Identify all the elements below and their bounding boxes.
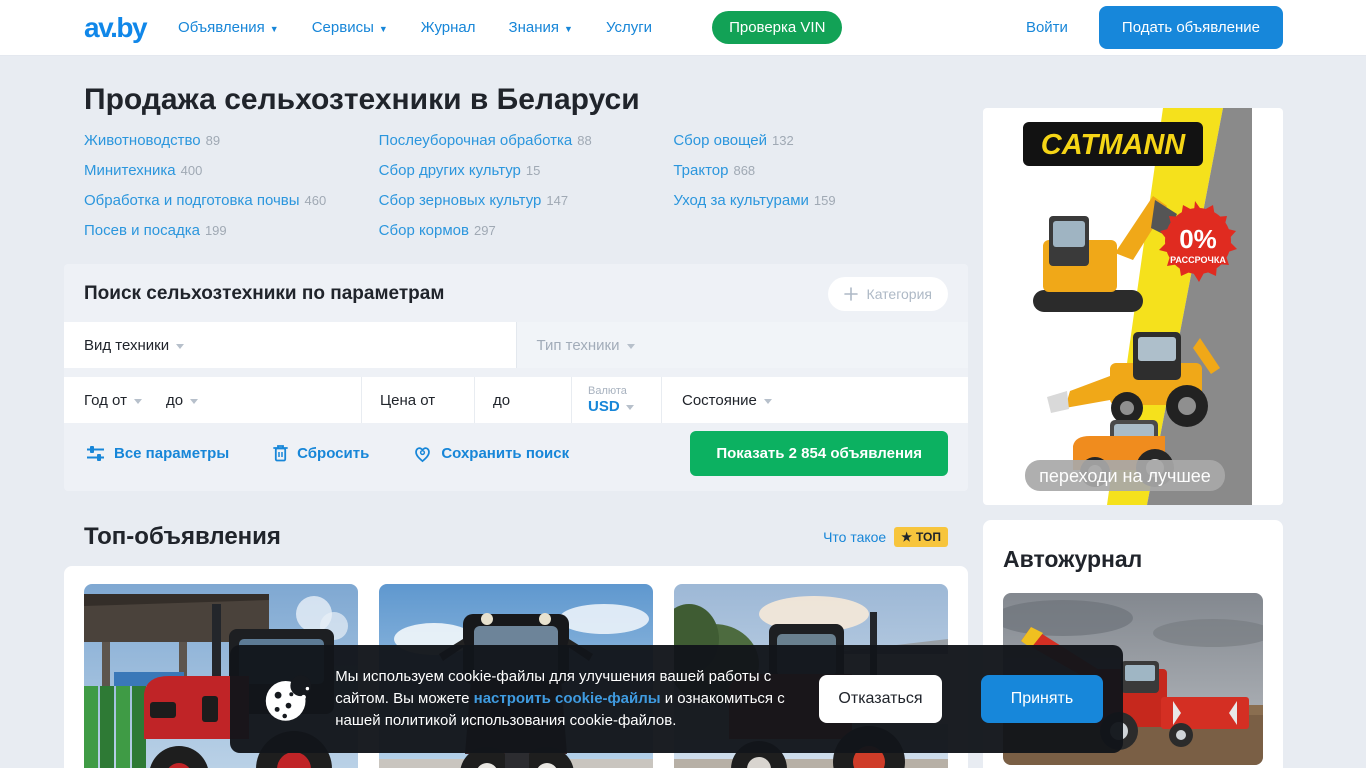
category-count: 460 [304,193,327,208]
avby-logo[interactable]: av.by [84,12,148,44]
nav-item-services[interactable]: Сервисы ▼ [312,19,388,36]
year-to-select[interactable]: до [166,392,183,409]
category-count: 88 [577,133,592,148]
save-search-link[interactable]: Сохранить поиск [413,444,569,463]
price-to-input[interactable]: до [474,377,571,423]
all-params-link[interactable]: Все параметры [86,445,229,462]
cookie-accept-button[interactable]: Принять [980,675,1103,723]
plus-icon [843,287,858,301]
journal-title: Автожурнал [1003,546,1143,572]
login-link[interactable]: Войти [1026,19,1068,36]
add-category-button[interactable]: Категория [827,277,948,311]
category-count: 15 [525,163,541,178]
category-count: 147 [546,193,569,208]
top-badge: ★ ТОП [894,527,948,547]
ad-discount-text: 0% [1179,224,1217,254]
category-count: 297 [474,223,496,238]
sliders-icon [87,445,104,461]
category-link[interactable]: Минитехника 400 [84,162,379,179]
price-from-input[interactable]: Цена от [361,377,474,423]
condition-select[interactable]: Состояние [661,377,968,423]
nav-item-ads[interactable]: Объявления ▼ [178,19,279,36]
ad-slogan-text: переходи на лучшее [1039,466,1211,486]
nav-item-uslugi[interactable]: Услуги [606,19,652,36]
row-gap [64,368,968,377]
cookie-settings-link[interactable]: настроить cookie-файлы [474,690,661,707]
currency-select[interactable]: Валюта USD [571,377,661,423]
year-range: Год от до [64,377,361,423]
chevron-down-icon: ▼ [564,23,573,34]
category-link[interactable]: Животноводство 89 [84,132,379,149]
top-listings-info: Что такое ★ ТОП [823,527,948,547]
cookie-banner: Мы используем cookie-файлы для улучшения… [230,645,1123,753]
chevron-down-icon [176,343,185,349]
year-from-select[interactable]: Год от [84,392,127,409]
chevron-down-icon [190,398,199,404]
ad-banner-image: CATMANN 0% РАССРОЧКА переходи на лучшее [1014,108,1252,505]
what-is-top-link[interactable]: Что такое [823,529,886,545]
category-count: 868 [733,163,756,178]
vehicle-type-select[interactable]: Тип техники [516,322,968,368]
page-title: Продажа сельхозтехники в Беларуси [84,83,640,116]
main-nav: Объявления ▼ Сервисы ▼ Журнал Знания ▼ У… [178,11,843,44]
trash-icon [273,445,289,462]
search-row-filters: Год от до Цена от до Валюта USD Состояни… [64,377,968,423]
heart-pin-icon [415,446,431,462]
category-link[interactable]: Сбор других культур 15 [379,162,674,179]
category-link[interactable]: Трактор 868 [673,162,968,179]
category-link[interactable]: Послеуборочная обработка 88 [379,132,674,149]
search-panel: Поиск сельхозтехники по параметрам Катег… [64,264,968,491]
post-ad-button[interactable]: Подать объявление [1098,6,1283,49]
currency-label: Валюта [588,385,627,397]
category-count: 199 [204,223,227,238]
show-results-button[interactable]: Показать 2 854 объявления [690,430,948,476]
nav-item-knowledge[interactable]: Знания ▼ [509,19,573,36]
category-column-3: Сбор овощей 132 Трактор 868 Уход за культу… [673,132,968,239]
nav-item-journal[interactable]: Журнал [421,19,476,36]
search-row-type: Вид техники Тип техники [64,322,968,368]
vehicle-kind-select[interactable]: Вид техники [64,322,517,368]
chevron-down-icon: ▼ [269,23,279,34]
chevron-down-icon [625,405,634,410]
header: av.by Объявления ▼ Сервисы ▼ Журнал Знан… [0,0,1366,56]
star-icon: ★ [901,530,912,544]
ad-discount-sub-text: РАССРОЧКА [1170,255,1226,265]
category-count: 132 [772,133,794,148]
category-count: 159 [813,193,836,208]
reset-link[interactable]: Сбросить [273,444,369,462]
category-count: 89 [205,133,221,148]
top-listings-title: Топ-объявления [84,523,281,550]
category-count: 400 [180,163,203,178]
category-link[interactable]: Посев и посадка 199 [84,222,379,239]
cookie-message: Мы используем cookie-файлы для улучшения… [335,668,785,729]
category-column-2: Послеуборочная обработка 88 Сбор других к… [379,132,674,239]
ad-brand-text: CATMANN [1040,129,1185,161]
category-column-1: Животноводство 89 Минитехника 400 Обработк… [84,132,379,239]
chevron-down-icon [626,343,635,349]
category-link[interactable]: Сбор овощей 132 [673,132,968,149]
category-links: Животноводство 89 Минитехника 400 Обработк… [64,132,968,239]
header-right: Войти Подать объявление [1026,6,1283,49]
chevron-down-icon: ▼ [378,23,388,34]
vin-check-button[interactable]: Проверка VIN [712,11,843,44]
search-actions: Все параметры Сбросить Сохранить поиск П… [64,423,968,483]
category-link[interactable]: Обработка и подготовка почвы 460 [84,192,379,209]
search-panel-header: Поиск сельхозтехники по параметрам Катег… [64,264,968,322]
search-title: Поиск сельхозтехники по параметрам [84,283,445,304]
category-link[interactable]: Сбор зерновых культур 147 [379,192,674,209]
category-link[interactable]: Сбор кормов 297 [379,222,674,239]
chevron-down-icon [763,398,772,404]
chevron-down-icon [133,398,142,404]
category-link[interactable]: Уход за культурами 159 [673,192,968,209]
cookie-icon [265,675,312,721]
ad-banner[interactable]: CATMANN 0% РАССРОЧКА переходи на лучшее [983,108,1283,505]
top-listings-header: Топ-объявления Что такое ★ ТОП [64,523,968,551]
cookie-decline-button[interactable]: Отказаться [818,675,942,723]
